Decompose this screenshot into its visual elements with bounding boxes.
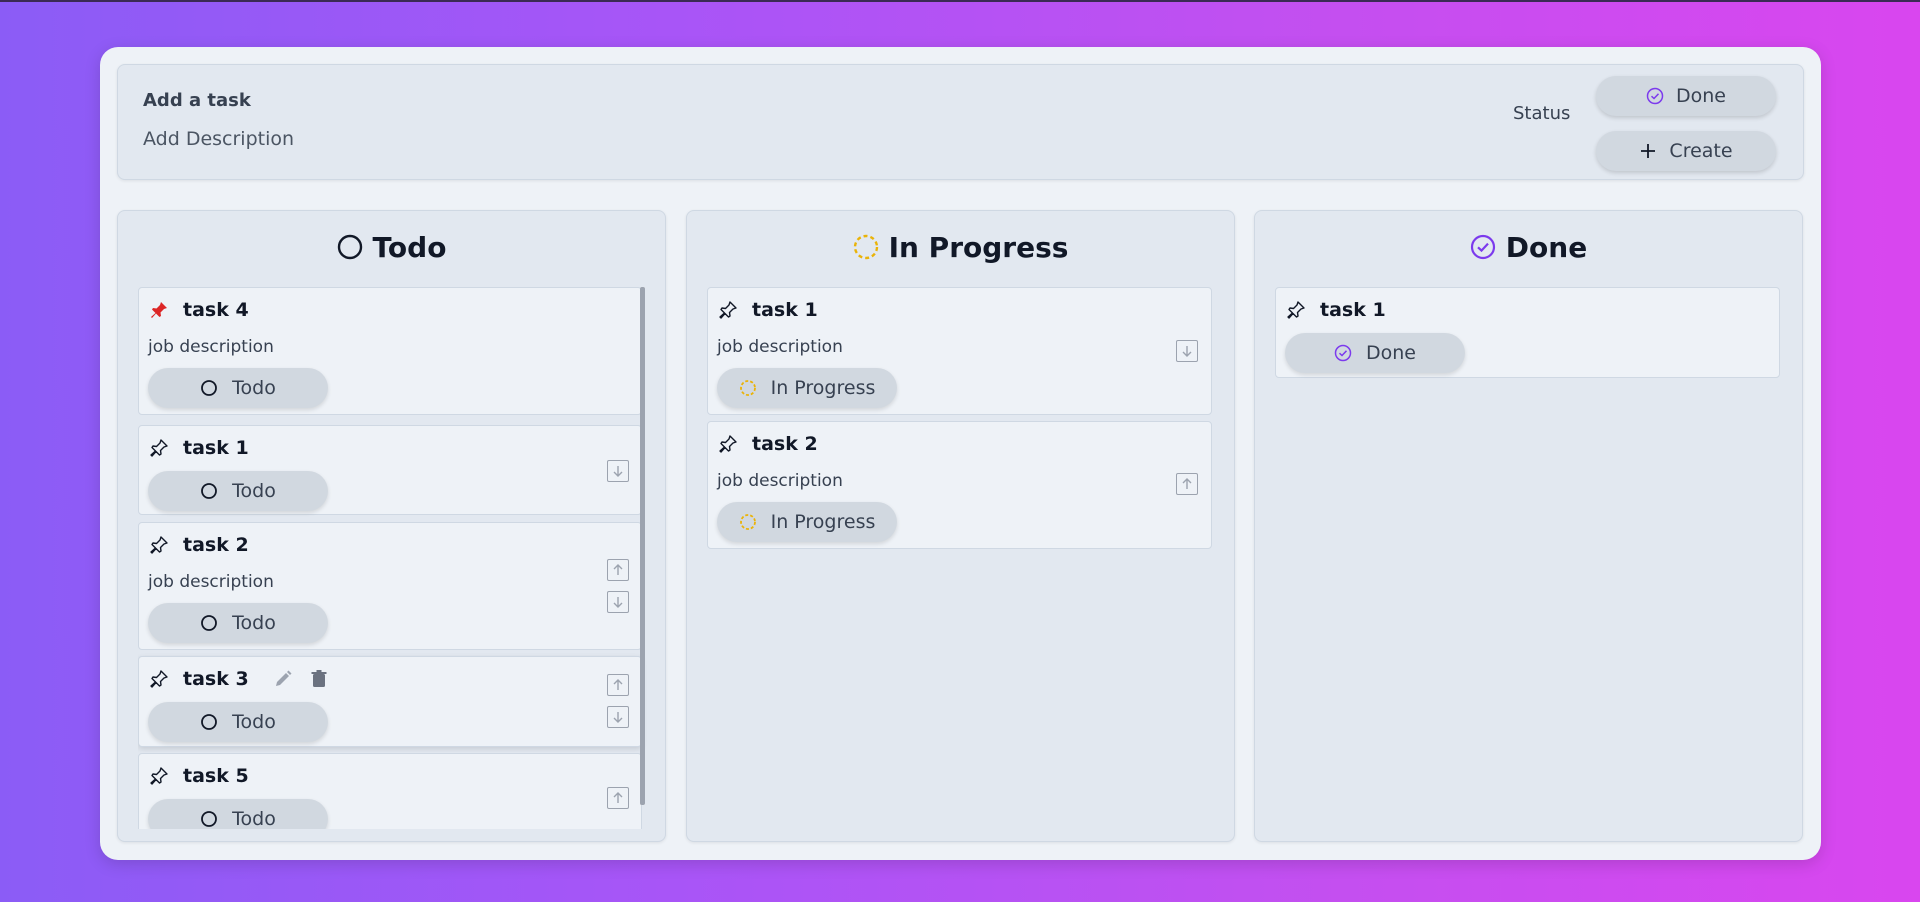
- task-status-label: In Progress: [770, 511, 876, 533]
- task-title: task 2: [752, 433, 818, 455]
- add-task-panel: Add a task Add Description Status Done C…: [117, 64, 1804, 180]
- check-circle-icon: [1470, 234, 1496, 260]
- task-description: job description: [148, 337, 274, 357]
- pin-icon[interactable]: [149, 535, 169, 555]
- task-card[interactable]: task 5 Todo: [138, 753, 642, 829]
- column-header: Done: [1255, 227, 1802, 267]
- check-circle-icon: [1334, 344, 1352, 362]
- task-list: task 4 job description Todo task 1 Todo …: [138, 287, 647, 829]
- scrollbar[interactable]: [640, 287, 645, 805]
- arrow-down-icon: [613, 712, 623, 723]
- circle-icon: [200, 810, 218, 828]
- status-label: Status: [1513, 103, 1571, 124]
- task-description-input[interactable]: Add Description: [143, 128, 294, 150]
- pin-icon[interactable]: [149, 669, 169, 689]
- column-title: Done: [1505, 230, 1588, 264]
- pin-icon[interactable]: [718, 434, 738, 454]
- task-description: job description: [717, 337, 843, 357]
- status-select-value: Done: [1676, 85, 1726, 107]
- column-title: In Progress: [888, 230, 1069, 264]
- task-card[interactable]: task 1 Done: [1275, 287, 1780, 378]
- task-status-label: Done: [1366, 342, 1416, 364]
- task-status-label: In Progress: [770, 377, 876, 399]
- column-done: Done task 1 Done: [1254, 210, 1803, 842]
- task-description: job description: [148, 572, 274, 592]
- task-status-button[interactable]: In Progress: [717, 368, 897, 408]
- circle-icon: [200, 379, 218, 397]
- task-card[interactable]: task 4 job description Todo: [138, 287, 642, 415]
- task-status-label: Todo: [232, 711, 276, 733]
- arrow-up-icon: [613, 679, 623, 690]
- task-card[interactable]: task 1 Todo: [138, 425, 642, 515]
- arrow-down-icon: [613, 597, 623, 608]
- task-title: task 2: [183, 534, 249, 556]
- arrow-down-icon: [1182, 346, 1192, 357]
- task-card[interactable]: task 2 job description Todo: [138, 522, 642, 650]
- task-status-label: Todo: [232, 808, 276, 829]
- task-status-label: Todo: [232, 377, 276, 399]
- column-header: Todo: [118, 227, 665, 267]
- pencil-icon[interactable]: [273, 669, 293, 689]
- task-status-label: Todo: [232, 480, 276, 502]
- trash-icon[interactable]: [309, 669, 329, 689]
- task-description: job description: [717, 471, 843, 491]
- task-title-input[interactable]: Add a task: [143, 90, 251, 111]
- task-card[interactable]: task 3 Todo: [138, 656, 642, 747]
- column-todo: Todo task 4 job description Todo task 1 …: [117, 210, 666, 842]
- dashed-circle-icon: [739, 513, 757, 531]
- pin-icon[interactable]: [149, 438, 169, 458]
- task-card[interactable]: task 2 job description In Progress: [707, 421, 1212, 549]
- arrow-up-icon: [613, 564, 623, 575]
- task-status-button[interactable]: Todo: [148, 702, 328, 742]
- task-title: task 5: [183, 765, 249, 787]
- task-title: task 1: [752, 299, 818, 321]
- move-up-button[interactable]: [607, 787, 629, 809]
- column-header: In Progress: [687, 227, 1234, 267]
- dashed-circle-icon: [739, 379, 757, 397]
- task-list: task 1 job description In Progress task …: [707, 287, 1216, 829]
- move-up-button[interactable]: [607, 559, 629, 581]
- task-status-label: Todo: [232, 612, 276, 634]
- status-select-button[interactable]: Done: [1596, 76, 1776, 116]
- column-title: Todo: [372, 230, 447, 264]
- circle-icon: [200, 482, 218, 500]
- task-title: task 1: [183, 437, 249, 459]
- create-button-label: Create: [1669, 140, 1733, 162]
- task-status-button[interactable]: Done: [1285, 333, 1465, 373]
- task-status-button[interactable]: Todo: [148, 799, 328, 829]
- move-down-button[interactable]: [1176, 340, 1198, 362]
- task-status-button[interactable]: Todo: [148, 603, 328, 643]
- move-down-button[interactable]: [607, 706, 629, 728]
- task-status-button[interactable]: In Progress: [717, 502, 897, 542]
- circle-icon: [200, 614, 218, 632]
- pin-icon[interactable]: [718, 300, 738, 320]
- create-button[interactable]: Create: [1596, 131, 1776, 171]
- arrow-up-icon: [1182, 478, 1192, 489]
- column-in-progress: In Progress task 1 job description In Pr…: [686, 210, 1235, 842]
- move-up-button[interactable]: [607, 674, 629, 696]
- plus-icon: [1639, 142, 1657, 160]
- scrollbar-thumb[interactable]: [640, 287, 645, 805]
- move-down-button[interactable]: [607, 460, 629, 482]
- check-circle-icon: [1646, 87, 1664, 105]
- task-title: task 4: [183, 299, 249, 321]
- dashed-circle-icon: [853, 234, 879, 260]
- window-top-border: [0, 0, 1920, 2]
- pin-icon[interactable]: [149, 766, 169, 786]
- task-status-button[interactable]: Todo: [148, 471, 328, 511]
- pinned-icon[interactable]: [149, 300, 169, 320]
- circle-icon: [337, 234, 363, 260]
- task-card[interactable]: task 1 job description In Progress: [707, 287, 1212, 415]
- task-title: task 3: [183, 668, 249, 690]
- task-status-button[interactable]: Todo: [148, 368, 328, 408]
- circle-icon: [200, 713, 218, 731]
- move-down-button[interactable]: [607, 591, 629, 613]
- move-up-button[interactable]: [1176, 473, 1198, 495]
- task-title: task 1: [1320, 299, 1386, 321]
- app-container: Add a task Add Description Status Done C…: [100, 47, 1821, 860]
- pin-icon[interactable]: [1286, 300, 1306, 320]
- arrow-down-icon: [613, 466, 623, 477]
- task-list: task 1 Done: [1275, 287, 1784, 829]
- arrow-up-icon: [613, 792, 623, 803]
